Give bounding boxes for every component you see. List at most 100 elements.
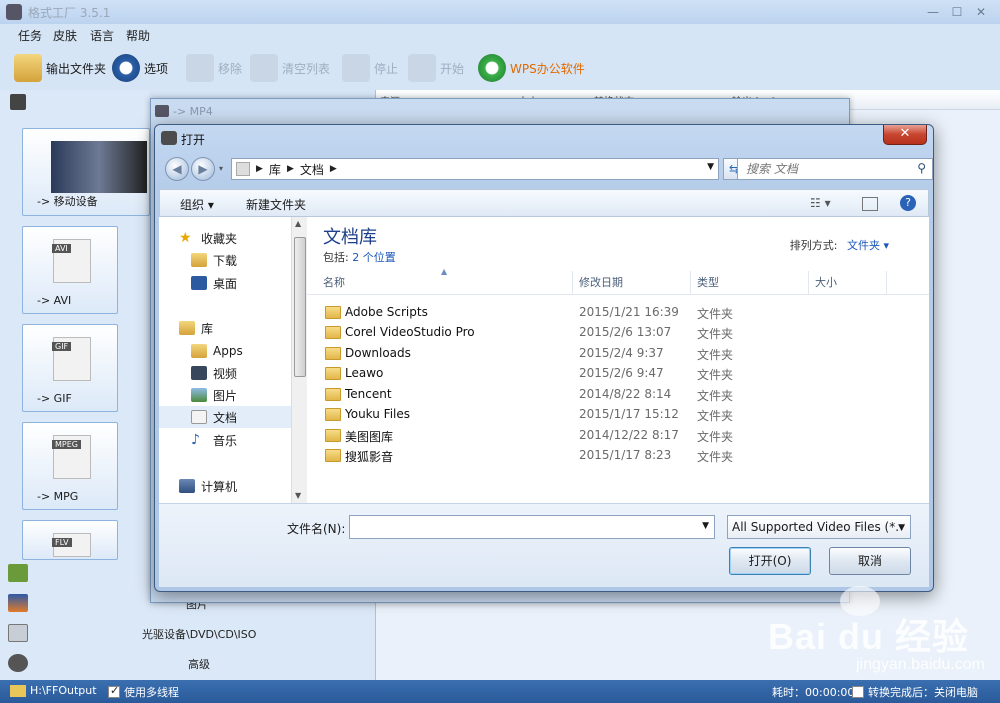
output-path[interactable]: H:\FFOutput [10, 684, 97, 697]
back-button[interactable]: ◀ [165, 157, 189, 181]
file-row[interactable]: Downloads 2015/2/4 9:37 文件夹 [307, 344, 929, 364]
preview-pane-icon[interactable] [862, 197, 878, 211]
chevron-down-icon[interactable]: ▼ [898, 517, 905, 538]
clear-list-button[interactable]: 清空列表 [250, 50, 330, 86]
statusbar: H:\FFOutput 使用多线程 耗时：00:00:00 转换完成后：关闭电脑 [0, 680, 1000, 703]
file-row[interactable]: 美图图库 2014/12/22 8:17 文件夹 [307, 426, 929, 446]
nav-documents[interactable]: 文档 [159, 406, 291, 428]
filetype-select[interactable]: All Supported Video Files (*. ▼ [727, 515, 911, 539]
stop-button[interactable]: 停止 [342, 50, 398, 86]
close-button[interactable]: ✕ [970, 3, 992, 21]
shutdown-checkbox[interactable] [852, 686, 864, 698]
folder-icon [325, 408, 341, 421]
file-row[interactable]: 搜狐影音 2015/1/17 8:23 文件夹 [307, 446, 929, 466]
folder-icon [325, 347, 341, 360]
nav-favorites[interactable]: ★ 收藏夹 [159, 227, 291, 249]
col-size[interactable]: 大小 [809, 271, 887, 295]
forward-button[interactable]: ▶ [191, 157, 215, 181]
nav-downloads[interactable]: 下载 [159, 249, 291, 271]
file-row[interactable]: Adobe Scripts 2015/1/21 16:39 文件夹 [307, 303, 929, 323]
search-box[interactable]: ⚲ [737, 158, 933, 180]
menu-language[interactable]: 语言 [90, 27, 114, 44]
wps-office-button[interactable]: WPS办公软件 [478, 50, 585, 86]
column-headers: 名称 修改日期 类型 大小 [307, 271, 929, 295]
shutdown-option[interactable]: 转换完成后：关闭电脑 [852, 684, 978, 700]
multithread-option[interactable]: 使用多线程 [108, 684, 179, 700]
mp4-window-title: -> MP4 [173, 105, 213, 118]
address-bar[interactable]: ▶ 库 ▶ 文档 ▶ ▼ [231, 158, 719, 180]
arrange-by-dropdown[interactable]: 文件夹 ▾ [847, 239, 889, 252]
nav-libraries[interactable]: 库 [159, 317, 291, 339]
tile-mobile-device[interactable]: -> 移动设备 [22, 128, 150, 216]
minimize-button[interactable]: — [922, 3, 944, 21]
col-modified[interactable]: 修改日期 [573, 271, 691, 295]
search-input[interactable] [746, 159, 906, 179]
breadcrumb-separator-icon[interactable]: ▶ [287, 164, 294, 174]
tile-avi[interactable]: AVI -> AVI [22, 226, 118, 314]
libraries-icon [236, 162, 250, 176]
advanced-category-label[interactable]: 高级 [188, 656, 210, 672]
flv-file-icon: FLV [52, 533, 91, 557]
file-row[interactable]: Leawo 2015/2/6 9:47 文件夹 [307, 364, 929, 384]
multithread-checkbox[interactable] [108, 684, 120, 698]
remove-button[interactable]: 移除 [186, 50, 242, 86]
menubar: 任务 皮肤 语言 帮助 [0, 24, 1000, 46]
advanced-category-icon[interactable] [8, 654, 28, 672]
col-type[interactable]: 类型 [691, 271, 809, 295]
navigation-row: ◀ ▶ ▾ ▶ 库 ▶ 文档 ▶ ▼ ⇆ ⚲ [163, 155, 933, 183]
file-row[interactable]: Corel VideoStudio Pro 2015/2/6 13:07 文件夹 [307, 323, 929, 343]
wps-logo-icon [478, 54, 506, 82]
nav-computer[interactable]: 计算机 [159, 475, 291, 497]
scroll-down-icon[interactable]: ▼ [295, 491, 301, 500]
organize-menu[interactable]: 组织 ▾ [180, 196, 214, 213]
recent-pages-dropdown[interactable]: ▾ [219, 164, 223, 173]
dialog-close-button[interactable]: ✕ [883, 125, 927, 145]
nav-scrollbar[interactable]: ▲ ▼ [291, 217, 307, 503]
menu-task[interactable]: 任务 [18, 27, 42, 44]
breadcrumb-library[interactable]: 库 [269, 161, 281, 178]
tile-flv[interactable]: FLV [22, 520, 118, 560]
app-title: 格式工厂 3.5.1 [28, 6, 111, 20]
maximize-button[interactable]: ☐ [946, 3, 968, 21]
tile-mpg[interactable]: MPEG -> MPG [22, 422, 118, 510]
start-button[interactable]: 开始 [408, 50, 464, 86]
folder-icon [14, 54, 42, 82]
nav-music[interactable]: ♪ 音乐 [159, 429, 291, 451]
pictures-library-icon [191, 388, 207, 402]
folder-icon [191, 344, 207, 358]
search-icon[interactable]: ⚲ [917, 161, 926, 175]
filename-input[interactable] [354, 516, 684, 538]
open-button[interactable]: 打开(O) [729, 547, 811, 575]
picture-category-icon[interactable] [8, 594, 28, 612]
optical-drive-icon[interactable] [8, 624, 28, 642]
scroll-thumb[interactable] [294, 237, 306, 377]
options-button[interactable]: 选项 [112, 50, 168, 86]
cancel-button[interactable]: 取消 [829, 547, 911, 575]
breadcrumb-separator-icon[interactable]: ▶ [256, 164, 263, 174]
scroll-up-icon[interactable]: ▲ [295, 219, 301, 228]
col-name[interactable]: 名称 [317, 271, 573, 295]
optical-category-label[interactable]: 光驱设备\DVD\CD\ISO [142, 626, 256, 642]
nav-videos[interactable]: 视频 [159, 362, 291, 384]
locations-link[interactable]: 2 个位置 [352, 251, 396, 264]
nav-pictures[interactable]: 图片 [159, 384, 291, 406]
start-icon [408, 54, 436, 82]
file-row[interactable]: Tencent 2014/8/22 8:14 文件夹 [307, 385, 929, 405]
baidu-watermark: Bai du 经验 jingyan.baidu.com [760, 586, 990, 678]
nav-apps[interactable]: Apps [159, 340, 291, 362]
address-dropdown-icon[interactable]: ▼ [707, 162, 714, 172]
view-options-icon[interactable]: ☷ ▾ [810, 196, 831, 210]
tile-gif[interactable]: GIF -> GIF [22, 324, 118, 412]
music-category-icon[interactable] [8, 564, 28, 582]
file-row[interactable]: Youku Files 2015/1/17 15:12 文件夹 [307, 405, 929, 425]
breadcrumb-separator-icon[interactable]: ▶ [330, 164, 337, 174]
help-icon[interactable]: ? [900, 195, 916, 211]
filename-combobox[interactable]: ▼ [349, 515, 715, 539]
output-folder-button[interactable]: 输出文件夹 [14, 50, 106, 86]
menu-help[interactable]: 帮助 [126, 27, 150, 44]
new-folder-button[interactable]: 新建文件夹 [246, 196, 306, 213]
chevron-down-icon[interactable]: ▼ [702, 521, 709, 531]
breadcrumb-documents[interactable]: 文档 [300, 161, 324, 178]
nav-desktop[interactable]: 桌面 [159, 272, 291, 294]
menu-skin[interactable]: 皮肤 [53, 27, 77, 44]
